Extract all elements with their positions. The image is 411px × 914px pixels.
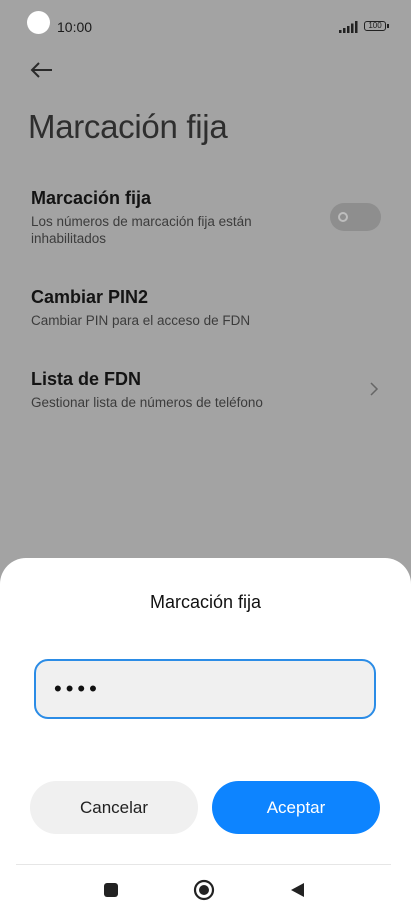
- nav-divider: [16, 864, 391, 865]
- setting-fixed-dialing[interactable]: Marcación fija Los números de marcación …: [31, 188, 381, 247]
- dialog-title: Marcación fija: [149, 592, 262, 612]
- setting-subtitle: Los números de marcación fija están inha…: [31, 214, 252, 246]
- cancel-button[interactable]: Cancelar: [30, 781, 198, 834]
- recent-apps-square-icon[interactable]: [101, 880, 121, 900]
- setting-title: Marcación fija: [31, 188, 152, 208]
- signal-icon: [339, 21, 358, 33]
- setting-subtitle: Cambiar PIN para el acceso de FDN: [31, 313, 251, 328]
- fixed-dialing-toggle[interactable]: [330, 203, 381, 231]
- setting-change-pin2[interactable]: Cambiar PIN2 Cambiar PIN para el acceso …: [31, 287, 381, 329]
- status-time: 10:00: [57, 19, 93, 35]
- back-triangle-icon[interactable]: [288, 880, 308, 900]
- setting-subtitle: Gestionar lista de números de teléfono: [31, 395, 263, 410]
- camera-cutout: [27, 11, 50, 34]
- pin2-input[interactable]: ••••: [34, 659, 376, 719]
- toggle-knob: [338, 212, 348, 222]
- battery-icon: 100: [364, 21, 389, 31]
- back-arrow-icon[interactable]: [28, 56, 56, 84]
- setting-fdn-list[interactable]: Lista de FDN Gestionar lista de números …: [31, 369, 381, 411]
- setting-title: Lista de FDN: [31, 369, 142, 389]
- chevron-right-icon: [370, 382, 379, 396]
- setting-title: Cambiar PIN2: [31, 287, 149, 307]
- status-bar: 10:00 100: [0, 0, 411, 52]
- pin-dialog: Marcación fija •••• Cancelar Aceptar: [0, 558, 411, 914]
- accept-button[interactable]: Aceptar: [212, 781, 380, 834]
- page-title: Marcación fija: [28, 108, 228, 145]
- home-circle-icon[interactable]: [193, 879, 215, 901]
